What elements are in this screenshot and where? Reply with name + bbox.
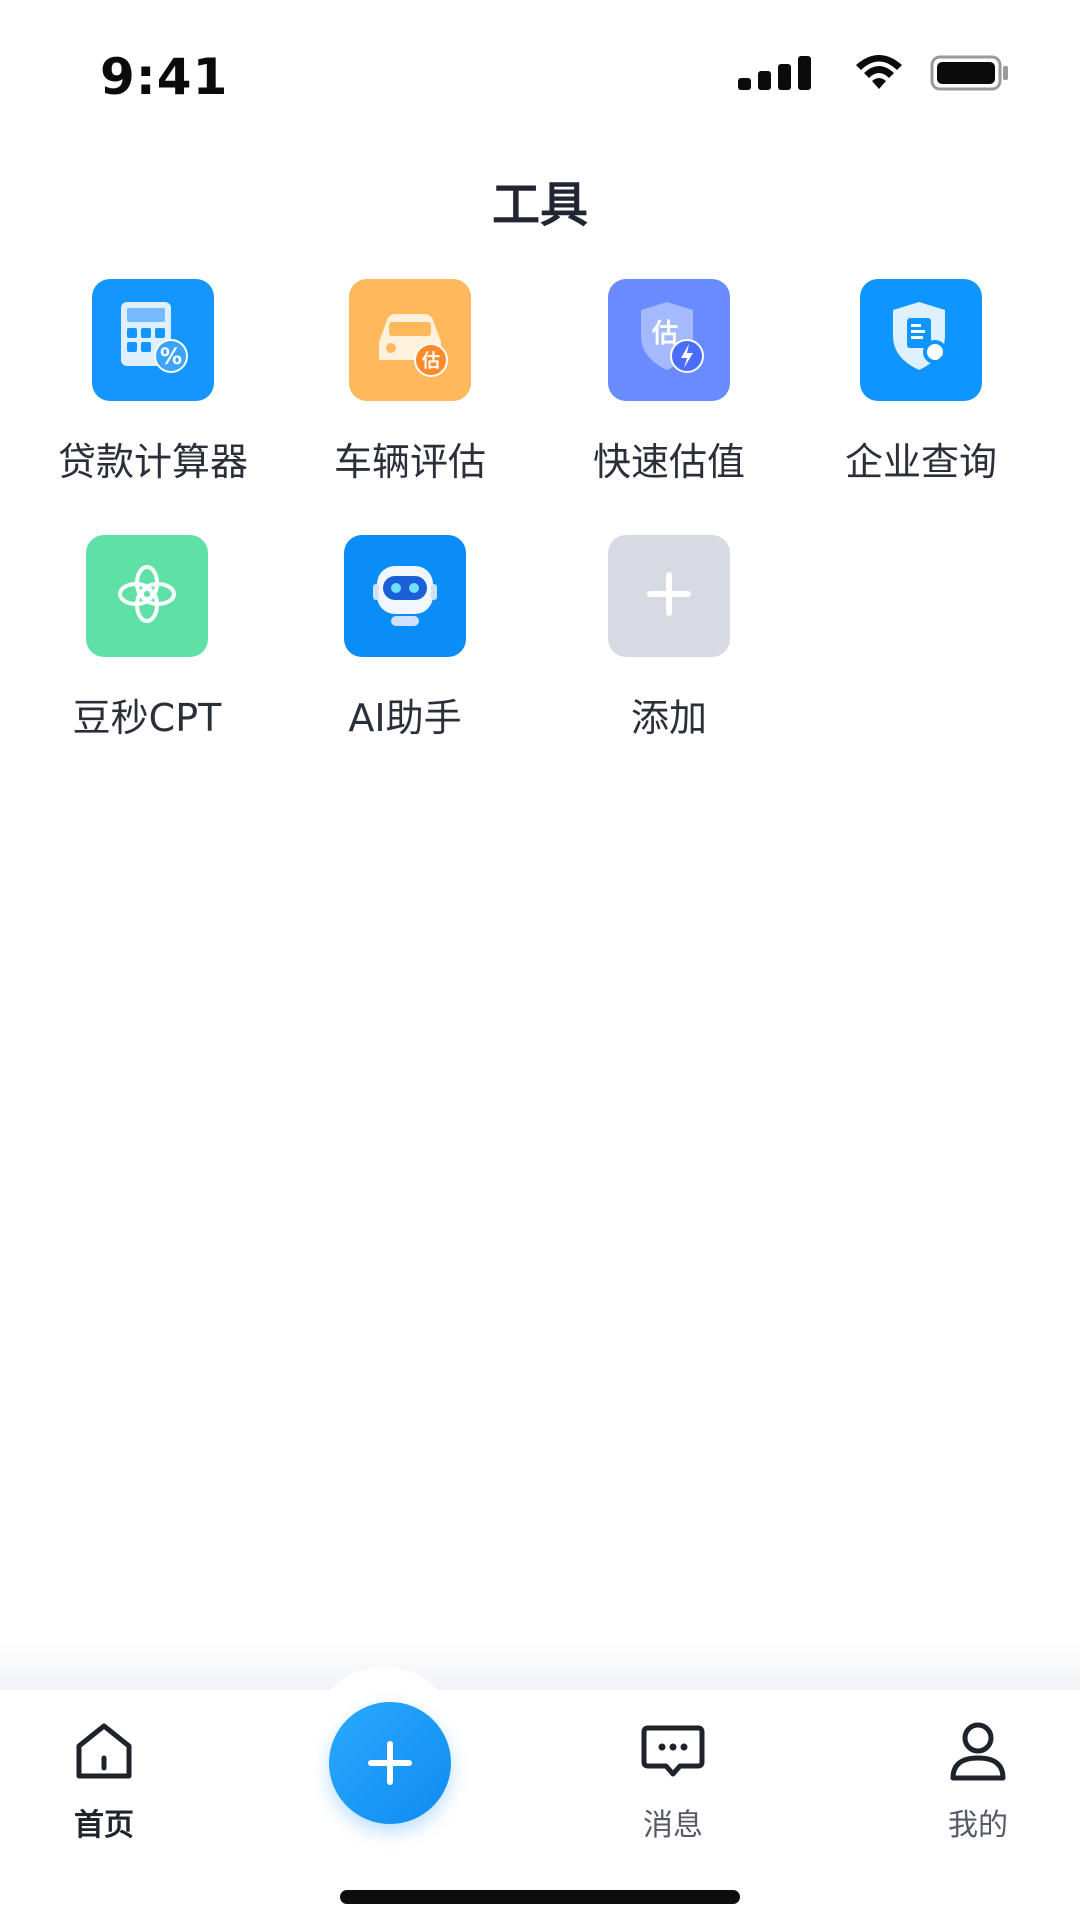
car-estimate-icon: 估 [365,296,455,384]
tool-loan-calculator[interactable]: % 贷款计算器 [28,279,278,489]
wifi-icon [854,55,904,91]
tool-add[interactable]: 添加 [544,535,794,745]
tool-tile [860,279,982,401]
svg-text:估: 估 [421,350,440,372]
plus-icon [368,1741,412,1785]
openai-knot-icon [114,561,180,631]
nav-item-messages[interactable]: 消息 [593,1716,753,1856]
tool-tile: % [92,279,214,401]
tool-quick-valuation[interactable]: 估 快速估值 [544,279,794,489]
tool-tile [86,535,208,657]
robot-assistant-icon [361,550,449,642]
shield-document-search-icon [879,296,963,384]
cellular-signal-icon [738,56,828,90]
bottom-nav-shadow [0,1640,1080,1690]
home-indicator[interactable] [340,1890,740,1904]
nav-item-home[interactable]: 首页 [24,1716,184,1856]
tool-enterprise-query[interactable]: 企业查询 [796,279,1046,489]
plus-icon [641,566,697,626]
status-bar: 9:41 [0,0,1080,150]
page-title: 工具 [491,177,588,233]
tool-tile: 估 [349,279,471,401]
tool-label: AI助手 [348,696,462,740]
status-icons [738,55,1010,91]
calculator-percent-icon: % [111,296,195,384]
nav-label: 我的 [948,1808,1008,1843]
status-time: 9:41 [100,48,229,106]
tool-label: 企业查询 [844,440,997,484]
tool-tile: 估 [608,279,730,401]
tool-label: 豆秒CPT [72,696,222,740]
tool-vehicle-evaluation[interactable]: 估 车辆评估 [285,279,535,489]
tool-tile [344,535,466,657]
tool-label: 贷款计算器 [57,440,248,484]
shield-estimate-bolt-icon: 估 [627,296,711,384]
home-icon [76,1723,132,1779]
tool-label: 车辆评估 [333,440,486,484]
message-bubble-icon [641,1725,705,1777]
tool-label: 添加 [630,696,707,740]
nav-item-profile[interactable]: 我的 [898,1716,1058,1856]
tool-label: 快速估值 [592,440,745,484]
tool-ai-assistant[interactable]: AI助手 [280,535,530,745]
tool-tile [608,535,730,657]
user-profile-icon [950,1722,1006,1781]
add-fab-button[interactable] [329,1702,451,1824]
svg-text:估: 估 [651,319,678,349]
svg-text:%: % [160,345,182,370]
nav-label: 首页 [74,1808,134,1843]
tool-doumiao-cpt[interactable]: 豆秒CPT [22,535,272,745]
battery-icon [930,55,1010,91]
nav-label: 消息 [643,1808,703,1843]
